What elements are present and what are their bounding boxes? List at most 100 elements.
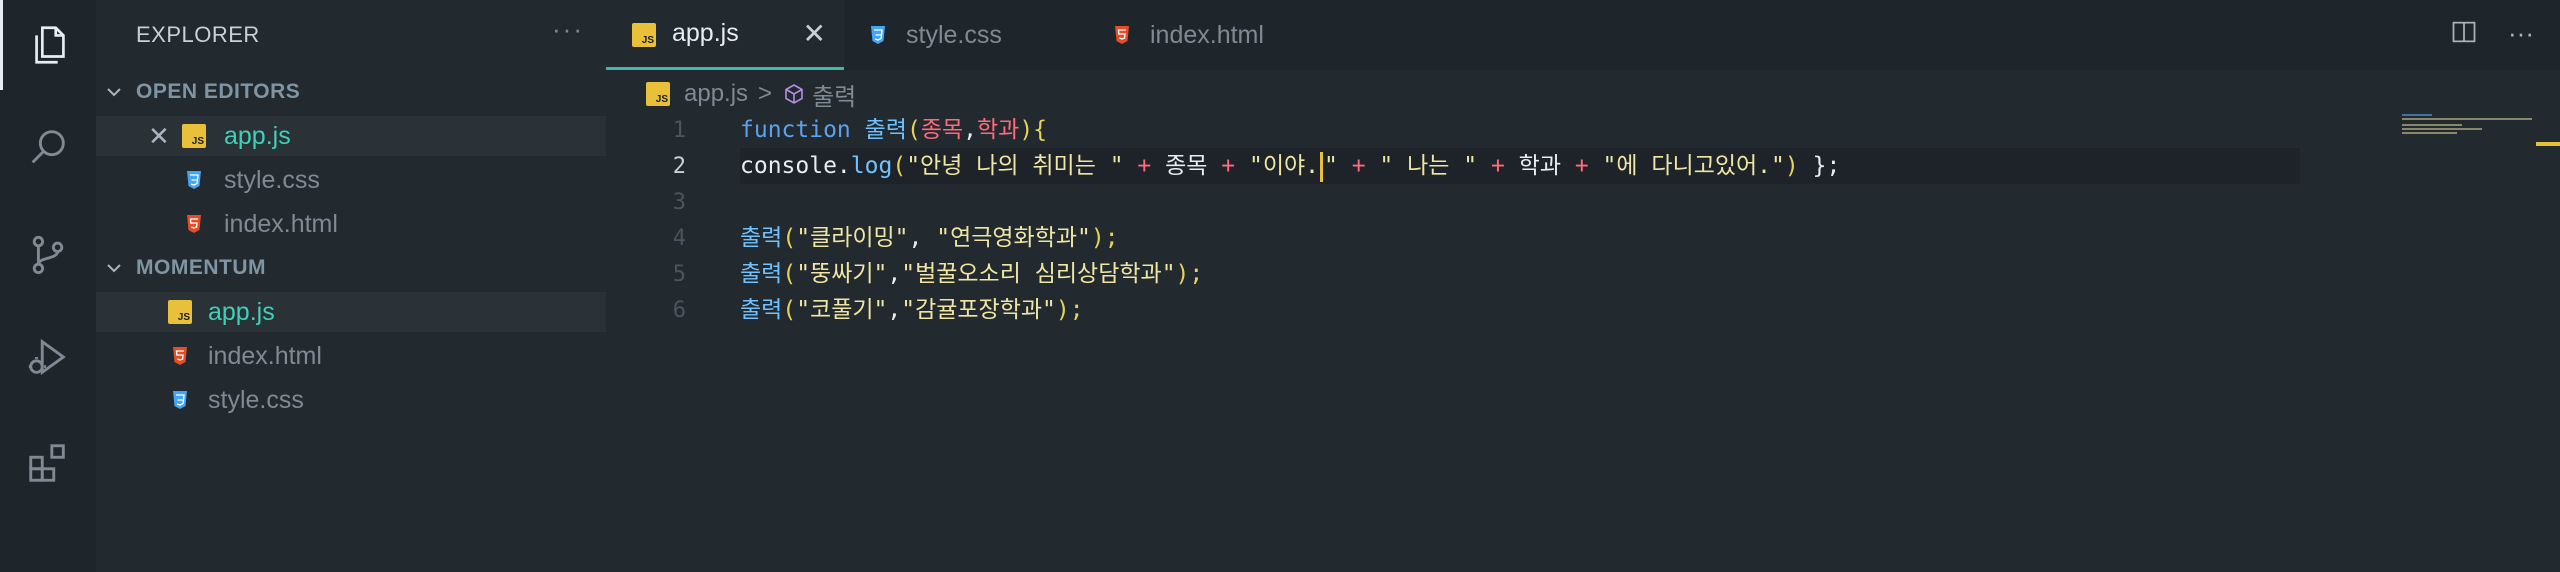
code-token: 학과: [977, 117, 1020, 143]
code-editor[interactable]: 1 2 3 4 5 6 function 출력(종목,학과){ console.…: [606, 112, 2560, 572]
code-token: +: [1123, 153, 1166, 179]
js-file-icon: JS: [168, 300, 192, 324]
line-number: 4: [672, 226, 686, 251]
explorer-sidebar: EXPLORER ··· OPEN EDITORS ✕ JS app.js st…: [96, 0, 606, 572]
code-token: );: [1090, 225, 1119, 251]
code-token: ){: [1019, 117, 1048, 143]
split-editor-icon[interactable]: [2450, 18, 2478, 46]
tab-label: index.html: [1150, 20, 1264, 49]
open-editor-item-app-js[interactable]: ✕ JS app.js: [96, 116, 606, 156]
breadcrumb-separator: >: [758, 80, 773, 107]
activity-bar: [0, 0, 96, 572]
open-editor-item-index-html[interactable]: index.html: [96, 204, 606, 244]
code-line: console.log("안녕 나의 취미는 " + 종목 + "이야. " + …: [740, 148, 1840, 184]
tab-label: style.css: [906, 20, 1002, 49]
html-file-icon: [173, 347, 187, 365]
more-actions-icon[interactable]: ···: [552, 14, 584, 45]
project-folder-title[interactable]: MOMENTUM: [136, 256, 266, 280]
open-editors-title[interactable]: OPEN EDITORS: [136, 80, 300, 104]
line-number: 1: [672, 118, 686, 143]
html-file-icon: [1115, 26, 1129, 44]
code-token: ,: [887, 297, 902, 323]
code-token: };: [1798, 153, 1841, 179]
source-control-icon[interactable]: [0, 210, 96, 300]
code-token: console.: [740, 153, 851, 179]
line-number: 3: [672, 190, 686, 215]
code-token: "뚱싸기": [796, 261, 888, 287]
close-icon[interactable]: ✕: [148, 121, 170, 152]
code-token: +: [1207, 153, 1249, 179]
js-file-icon: JS: [182, 124, 206, 148]
code-token: ,: [887, 261, 902, 287]
open-editor-item-style-css[interactable]: style.css: [96, 160, 606, 200]
code-token: +: [1337, 153, 1380, 179]
css-file-icon: [187, 171, 201, 189]
code-token: "안녕 나의 취미는 ": [906, 153, 1124, 179]
line-number: 2: [672, 154, 686, 179]
code-token: (: [892, 153, 907, 179]
code-token: 종목: [920, 117, 964, 143]
tab-app-js[interactable]: JS app.js ✕: [606, 0, 844, 70]
line-number: 6: [672, 298, 686, 323]
code-token: 출력: [740, 297, 783, 323]
code-token: 출력: [740, 261, 783, 287]
chevron-down-icon[interactable]: [104, 82, 124, 102]
file-label: style.css: [224, 165, 320, 194]
code-token: " 나는 ": [1379, 153, 1478, 179]
code-token: log: [850, 153, 893, 179]
code-token: function: [740, 117, 851, 143]
code-token: (: [782, 261, 797, 287]
code-token: +: [1560, 153, 1603, 179]
js-file-icon: JS: [646, 82, 670, 106]
file-label: app.js: [224, 121, 291, 150]
close-icon[interactable]: ✕: [803, 17, 826, 50]
file-item-app-js[interactable]: JS app.js: [96, 292, 606, 332]
explorer-icon[interactable]: [0, 0, 96, 90]
tab-style-css[interactable]: style.css: [844, 0, 1084, 70]
code-line: 출력("클라이밍", "연극영화학과");: [740, 220, 1119, 256]
file-label: index.html: [208, 341, 322, 370]
scrollbar-cursor-marker: [2536, 142, 2560, 146]
chevron-down-icon[interactable]: [104, 258, 124, 278]
search-icon[interactable]: [0, 102, 96, 192]
code-token: "벌꿀오소리 심리상담학과": [901, 261, 1176, 287]
js-file-icon: JS: [632, 23, 656, 47]
run-debug-icon[interactable]: [0, 312, 96, 402]
extensions-icon[interactable]: [0, 418, 96, 508]
more-actions-icon[interactable]: ···: [2508, 18, 2534, 49]
code-token: ): [1784, 153, 1799, 179]
code-token: "이야.: [1248, 153, 1319, 179]
css-file-icon: [173, 391, 187, 409]
symbol-method-icon: [785, 84, 803, 104]
tab-index-html[interactable]: index.html: [1084, 0, 1334, 70]
file-label: index.html: [224, 209, 338, 238]
code-token: 종목: [1165, 153, 1208, 179]
css-file-icon: [871, 26, 885, 44]
code-line: 출력("코풀기","감귤포장학과");: [740, 292, 1084, 328]
code-token: ,: [963, 117, 978, 143]
breadcrumb-file[interactable]: app.js: [684, 80, 748, 108]
tab-label: app.js: [672, 19, 739, 47]
code-token: );: [1055, 297, 1084, 323]
breadcrumb-symbol[interactable]: 출력: [812, 77, 856, 112]
code-token: (: [782, 297, 797, 323]
code-token: 출력: [740, 225, 783, 251]
tab-actions: ···: [2450, 18, 2534, 49]
code-token: "연극영화학과": [936, 225, 1091, 251]
breadcrumb: JS app.js > 출력: [646, 76, 856, 112]
code-token: "클라이밍": [796, 225, 909, 251]
file-label: style.css: [208, 385, 304, 414]
code-token: );: [1175, 261, 1204, 287]
minimap[interactable]: [2402, 112, 2542, 152]
code-line: 출력("뚱싸기","벌꿀오소리 심리상담학과");: [740, 256, 1203, 292]
line-number: 5: [672, 262, 686, 287]
editor-tabs: JS app.js ✕ style.css index.html ···: [606, 0, 2560, 70]
text-cursor: [1319, 151, 1323, 182]
code-token: 출력: [864, 117, 907, 143]
code-token: ,: [908, 225, 937, 251]
code-token: "감귤포장학과": [901, 297, 1056, 323]
file-item-style-css[interactable]: style.css: [96, 380, 606, 420]
code-token: (: [906, 117, 921, 143]
sidebar-title: EXPLORER: [136, 22, 260, 47]
file-item-index-html[interactable]: index.html: [96, 336, 606, 376]
